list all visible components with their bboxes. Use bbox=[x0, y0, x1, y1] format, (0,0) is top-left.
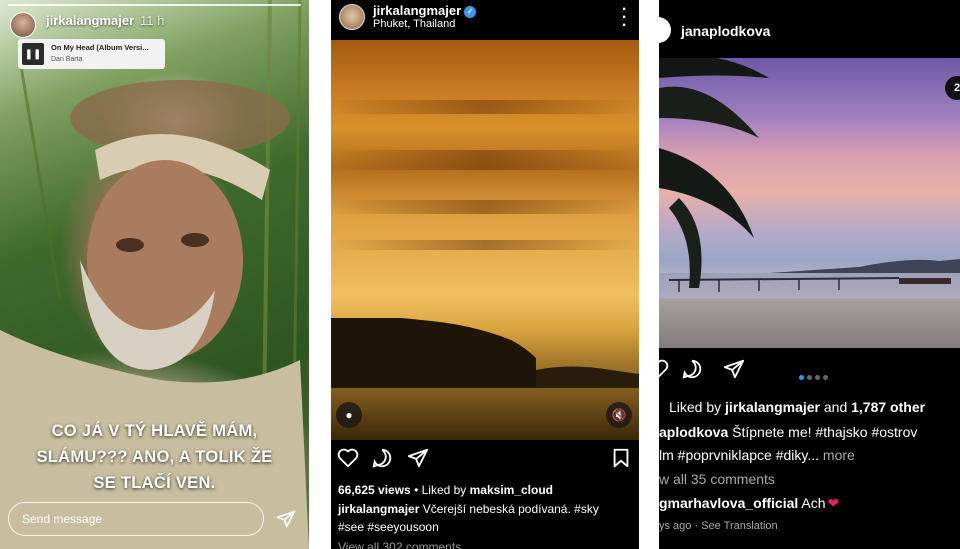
carousel-indicator bbox=[797, 367, 829, 380]
mute-icon[interactable]: 🔇 bbox=[606, 402, 632, 428]
pause-icon[interactable]: ❚❚ bbox=[22, 43, 44, 65]
verified-badge-icon: ✓ bbox=[464, 6, 477, 18]
comment: gmarhavlova_official Ach ❤ bbox=[659, 495, 839, 512]
caption-line: SLÁMU??? ANO, A TOLIK ŽE bbox=[36, 448, 273, 466]
beach bbox=[659, 298, 960, 348]
story-panel: jirkalangmajer 11 h ❚❚ On My Head (Album… bbox=[0, 0, 309, 549]
heart-icon[interactable] bbox=[659, 358, 669, 380]
post-panel-sunset: jirkalangmajer ✓ Phuket, Thailand · · · ● 🔇… bbox=[331, 0, 639, 549]
caption-line: SE TLAČÍ VEN. bbox=[93, 474, 216, 492]
liked-prefix: Liked by bbox=[669, 399, 726, 415]
share-icon[interactable] bbox=[276, 509, 296, 529]
post-panel-beach: janaplodkova 2 Liked by jirkalangmajer a… bbox=[659, 0, 960, 549]
caption-username[interactable]: aplodkova bbox=[659, 424, 728, 440]
caption-hashtags[interactable]: lm #poprvniklapce #diky... bbox=[659, 447, 819, 463]
likes-line: Liked by jirkalangmajer and 1,787 other bbox=[659, 399, 925, 415]
more-link[interactable]: more bbox=[819, 447, 855, 463]
liked-user[interactable]: jirkalangmajer bbox=[725, 399, 820, 415]
liked-mid: and bbox=[819, 399, 852, 415]
caption-hashtags[interactable]: #see #seeyousoon bbox=[338, 520, 439, 534]
post-photo[interactable]: ● 🔇 bbox=[331, 40, 639, 440]
view-all-comments-link[interactable]: View all 302 comments bbox=[338, 540, 461, 549]
story-time: 11 h bbox=[140, 13, 165, 28]
heart-icon[interactable] bbox=[337, 447, 359, 469]
caption-line2: lm #poprvniklapce #diky... more bbox=[659, 447, 855, 463]
caption-text: Štípnete me! #thajsko #ostrov bbox=[728, 424, 918, 440]
post-location[interactable]: Phuket, Thailand bbox=[373, 18, 455, 30]
comment-username[interactable]: gmarhavlova_official bbox=[659, 495, 798, 511]
send-message-input[interactable]: Send message bbox=[8, 502, 264, 536]
comment-icon[interactable] bbox=[371, 447, 393, 469]
caption-username[interactable]: jirkalangmajer bbox=[338, 502, 419, 516]
liked-user[interactable]: maksim_cloud bbox=[470, 483, 553, 497]
avatar[interactable] bbox=[339, 4, 365, 30]
comment-meta: ys ago · See Translation bbox=[659, 520, 778, 532]
heart-emoji-icon: ❤ bbox=[827, 495, 840, 511]
view-all-comments-link[interactable]: w all 35 comments bbox=[659, 471, 775, 487]
post-username[interactable]: janaplodkova bbox=[681, 23, 770, 39]
caption-text: Včerejší nebeská podívaná. #sky bbox=[419, 502, 599, 516]
avatar[interactable] bbox=[659, 17, 671, 43]
share-icon[interactable] bbox=[723, 358, 745, 380]
island-silhouette bbox=[331, 318, 639, 388]
bookmark-icon[interactable] bbox=[610, 447, 632, 469]
palm-leaves bbox=[659, 58, 769, 288]
comment-time: ys ago bbox=[659, 520, 692, 532]
story-progress-bar bbox=[8, 4, 301, 6]
views-count[interactable]: 66,625 views bbox=[338, 483, 411, 497]
story-username[interactable]: jirkalangmajer bbox=[46, 13, 134, 28]
post-caption: aplodkova Štípnete me! #thajsko #ostrov bbox=[659, 424, 917, 440]
share-icon[interactable] bbox=[407, 447, 429, 469]
more-options-icon[interactable]: · · · bbox=[619, 2, 629, 34]
avatar[interactable] bbox=[10, 12, 36, 38]
music-title: On My Head (Album Versi... bbox=[51, 43, 149, 52]
post-caption: jirkalangmajer Včerejší nebeská podívaná… bbox=[338, 502, 599, 516]
see-translation-link[interactable]: · See Translation bbox=[691, 520, 777, 532]
liked-prefix: • Liked by bbox=[410, 483, 470, 497]
liked-count[interactable]: 1,787 other bbox=[851, 399, 925, 415]
username-text[interactable]: jirkalangmajer bbox=[373, 3, 461, 18]
post-photo[interactable] bbox=[659, 58, 960, 348]
user-tag-icon[interactable]: ● bbox=[336, 402, 362, 428]
music-artist: Dan Barta bbox=[51, 56, 83, 63]
comment-text: Ach bbox=[798, 495, 826, 511]
caption-line: CO JÁ V TÝ HLAVĚ MÁM, bbox=[51, 422, 258, 440]
post-action-bar bbox=[331, 447, 639, 477]
comment-icon[interactable] bbox=[681, 358, 703, 380]
music-sticker[interactable]: ❚❚ On My Head (Album Versi... Dan Barta bbox=[18, 39, 165, 69]
story-caption: CO JÁ V TÝ HLAVĚ MÁM, SLÁMU??? ANO, A TO… bbox=[0, 418, 309, 496]
views-and-likes: 66,625 views • Liked by maksim_cloud bbox=[338, 483, 553, 497]
post-username[interactable]: jirkalangmajer ✓ bbox=[373, 3, 477, 18]
